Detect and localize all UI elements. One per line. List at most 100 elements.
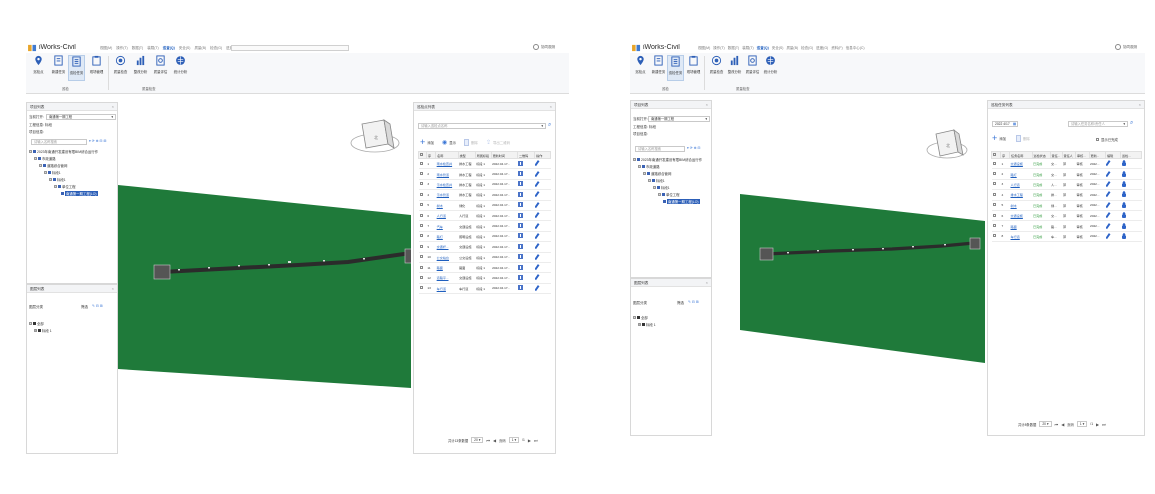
page-size-select[interactable]: 20 ▾	[471, 437, 484, 443]
search-icon[interactable]: ⌕	[1130, 120, 1133, 127]
checkpoint-name-link[interactable]: 树木	[435, 200, 459, 211]
ribbon-button-statistics[interactable]: 统计分析	[172, 55, 189, 74]
next-page-icon[interactable]: ▶	[1096, 422, 1099, 427]
column-header[interactable]: 更新...	[1088, 151, 1106, 159]
row-checkbox[interactable]	[418, 283, 427, 295]
column-header[interactable]: 所属标段	[474, 151, 492, 159]
edit-icon[interactable]	[534, 189, 551, 201]
checkpoint-name-link[interactable]: 道路平...	[435, 272, 459, 284]
search-icon[interactable]: ⌕	[548, 122, 551, 129]
inspector-icon[interactable]	[1120, 231, 1142, 243]
row-checkbox[interactable]	[991, 200, 1001, 211]
scene-canvas[interactable]: 北	[118, 102, 411, 456]
table-row[interactable]: 13 车行道 车行道 标段 1 2022.04.17...	[418, 283, 551, 295]
ribbon-button-site-management[interactable]: 现场管理	[88, 55, 105, 74]
column-header[interactable]: 审核...	[1075, 151, 1090, 159]
column-header[interactable]: 责任人	[1061, 151, 1076, 159]
menu-item[interactable]: 资料(F)	[831, 46, 842, 51]
ribbon-button-checkpoint[interactable]: 巡检点	[632, 55, 649, 74]
select-all-checkbox[interactable]	[991, 151, 1001, 159]
scene-canvas[interactable]: 北	[712, 100, 985, 436]
prev-page-icon[interactable]: ◀	[493, 438, 496, 443]
column-header[interactable]: 巡检...	[1120, 151, 1142, 159]
project-select[interactable]: 南通第一期工程 ▾	[46, 114, 116, 120]
task-name-link[interactable]: 树木	[1009, 200, 1032, 211]
table-row[interactable]: 4 排水工程 已完成 排... 郭审核 2022...	[991, 189, 1142, 201]
edit-icon[interactable]	[1105, 179, 1121, 191]
tree-node[interactable]: −2023年南通开发建设有限BIM综合运行作	[633, 157, 702, 162]
row-checkbox[interactable]	[418, 158, 427, 170]
table-row[interactable]: 6 交通设施 已完成 交... 郭审核 2022...	[991, 210, 1142, 222]
menu-item[interactable]: 进度(G)	[816, 46, 828, 51]
inspector-icon[interactable]	[1120, 158, 1142, 170]
inspector-icon[interactable]	[1120, 179, 1142, 191]
tree-search-input[interactable]: 请输入名称搜索	[31, 139, 87, 145]
qr-code-icon[interactable]	[517, 262, 535, 274]
qr-code-icon[interactable]	[517, 252, 535, 263]
task-name-link[interactable]: 车行道	[1009, 231, 1032, 243]
tree-node[interactable]: − 单位工程	[658, 192, 680, 197]
table-row[interactable]: 3 污水检查井 排水工程 标段 1 2022.04.17...	[418, 179, 551, 191]
row-checkbox[interactable]	[418, 272, 427, 284]
add-button[interactable]: + 添加	[992, 134, 1006, 143]
page-size-select[interactable]: 20 ▾	[1039, 421, 1052, 427]
delete-button[interactable]: 删除	[1016, 135, 1030, 142]
tree-node[interactable]: + 标段 1	[638, 322, 656, 327]
table-row[interactable]: 8 车行道 已完成 车... 郭审核 2022...	[991, 231, 1142, 243]
checkpoint-name-link[interactable]: 雨水检查井	[435, 158, 459, 170]
checkpoint-name-link[interactable]: 车行道	[435, 283, 459, 295]
tree-node[interactable]: − 全部	[29, 321, 44, 326]
checkpoint-name-link[interactable]: 人行道	[435, 210, 459, 222]
menu-item[interactable]: 安全(S)	[179, 46, 191, 51]
layer-tools-icon[interactable]: ✎ ⊟ ⊞	[688, 300, 699, 304]
table-row[interactable]: 7 汽车 交通设施 标段 1 2022.04.17...	[418, 220, 551, 232]
row-checkbox[interactable]	[418, 179, 427, 191]
qr-code-icon[interactable]	[517, 158, 535, 170]
project-select[interactable]: 南通第一期工程 ▾	[648, 116, 710, 122]
select-all-checkbox[interactable]	[418, 151, 427, 159]
column-header[interactable]: 操作	[534, 151, 551, 159]
qr-code-icon[interactable]	[517, 168, 535, 180]
edit-icon[interactable]	[534, 231, 551, 243]
table-row[interactable]: 7 路面 已完成 路... 郭审核 2022...	[991, 220, 1142, 232]
edit-icon[interactable]	[534, 220, 551, 232]
qr-code-icon[interactable]	[517, 231, 535, 243]
menu-item[interactable]: 数据(T)	[728, 46, 739, 51]
menu-item[interactable]: 检查(G)	[801, 46, 813, 51]
qr-code-icon[interactable]	[517, 179, 535, 191]
ribbon-button-quality-check[interactable]: 质量检查	[708, 55, 725, 74]
edit-icon[interactable]	[1105, 168, 1121, 180]
menu-item-active[interactable]: 巡查(Q)	[757, 46, 769, 51]
edit-icon[interactable]	[534, 252, 551, 263]
qr-code-icon[interactable]	[517, 241, 535, 253]
table-row[interactable]: 11 路面 路面 标段 1 2022.04.17...	[418, 262, 551, 274]
close-icon[interactable]: ×	[1139, 101, 1141, 109]
row-checkbox[interactable]	[991, 220, 1001, 232]
edit-icon[interactable]	[534, 262, 551, 274]
table-row[interactable]: 5 树木 已完成 绿... 郭审核 2022...	[991, 200, 1142, 211]
row-checkbox[interactable]	[418, 189, 427, 201]
close-icon[interactable]: ×	[706, 101, 708, 109]
tree-node-selected[interactable]: 南通第一期工程(LO)	[61, 191, 98, 196]
menu-item[interactable]: 质量(B)	[786, 46, 798, 51]
user-area[interactable]: 协同观测	[533, 44, 555, 50]
ribbon-button-quality-check[interactable]: 质量检查	[112, 55, 129, 74]
table-row[interactable]: 5 树木 绿化 标段 1 2022.04.17...	[418, 200, 551, 211]
menu-item-active[interactable]: 巡查(Q)	[163, 46, 175, 51]
ribbon-button-site-management[interactable]: 现场管理	[685, 55, 702, 74]
compass-icon[interactable]: 北	[926, 129, 968, 159]
ribbon-button-rectification[interactable]: 整改分析	[726, 55, 743, 74]
qr-code-icon[interactable]	[517, 189, 535, 201]
table-row[interactable]: 10 公交站台 公交设施 标段 1 2022.04.17...	[418, 252, 551, 263]
row-checkbox[interactable]	[418, 200, 427, 211]
column-header[interactable]: 序	[425, 151, 437, 159]
ribbon-button-new-task[interactable]: 新建任务	[650, 55, 667, 74]
edit-icon[interactable]	[534, 158, 551, 170]
checkpoint-name-link[interactable]: 污水检查井	[435, 179, 459, 191]
edit-icon[interactable]	[1105, 220, 1121, 232]
qr-code-icon[interactable]	[517, 220, 535, 232]
ribbon-button-checkpoint[interactable]: 巡检点	[30, 55, 47, 74]
task-name-link[interactable]: 交通设施	[1009, 210, 1032, 222]
date-picker[interactable]: 2022 4/17 ▦	[992, 121, 1018, 127]
ribbon-button-quality-eval[interactable]: 质量评估	[152, 55, 169, 74]
